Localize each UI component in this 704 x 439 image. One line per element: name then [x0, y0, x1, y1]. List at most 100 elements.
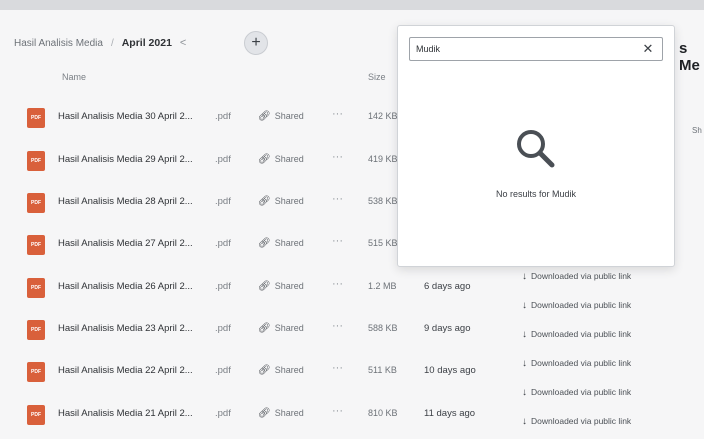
add-button[interactable]: + [244, 31, 268, 55]
file-extension: .pdf [215, 196, 231, 207]
modified-date: 11 days ago [424, 408, 476, 419]
sharing-status[interactable]: 🔗︎ Shared [258, 408, 304, 419]
file-name[interactable]: Hasil Analisis Media 21 April 2... [58, 408, 193, 419]
activity-text: Downloaded via public link [531, 416, 632, 426]
file-extension: .pdf [215, 111, 231, 122]
file-name[interactable]: Hasil Analisis Media 28 April 2... [58, 196, 193, 207]
sharing-status[interactable]: 🔗︎ Shared [258, 154, 304, 165]
more-options-button[interactable]: ··· [332, 362, 343, 374]
search-icon [517, 130, 555, 168]
file-size: 810 KB [368, 408, 398, 418]
sharing-status[interactable]: 🔗︎ Shared [258, 196, 304, 207]
link-icon: 🔗︎ [258, 365, 271, 376]
sharing-label: Shared [274, 365, 304, 375]
file-size: 538 KB [368, 196, 398, 206]
download-icon: ↓ [522, 416, 527, 427]
activity-text: Downloaded via public link [531, 300, 632, 310]
file-size: 588 KB [368, 323, 398, 333]
breadcrumb-current[interactable]: April 2021 [122, 37, 172, 49]
file-size: 515 KB [368, 238, 398, 248]
more-options-button[interactable]: ··· [332, 235, 343, 247]
file-extension: .pdf [215, 408, 231, 419]
download-icon: ↓ [522, 387, 527, 398]
file-extension: .pdf [215, 281, 231, 292]
file-size: 419 KB [368, 154, 398, 164]
more-options-button[interactable]: ··· [332, 108, 343, 120]
modified-date: 10 days ago [424, 365, 476, 376]
pdf-file-icon: PDF [27, 405, 45, 425]
search-dropdown: ✕ No results for Mudik [397, 25, 675, 267]
file-size: 1.2 MB [368, 281, 397, 291]
download-icon: ↓ [522, 358, 527, 369]
sharing-label: Shared [274, 154, 304, 164]
download-icon: ↓ [522, 271, 527, 282]
file-extension: .pdf [215, 154, 231, 165]
activity-entry: ↓ Downloaded via public link [522, 358, 631, 369]
sharing-status[interactable]: 🔗︎ Shared [258, 281, 304, 292]
modified-date: 6 days ago [424, 281, 471, 292]
activity-entry: ↓ Downloaded via public link [522, 329, 631, 340]
top-bar [0, 0, 704, 10]
activity-text: Downloaded via public link [531, 271, 632, 281]
activity-text: Downloaded via public link [531, 358, 632, 368]
sharing-label: Shared [274, 281, 304, 291]
file-size: 511 KB [368, 365, 397, 375]
link-icon: 🔗︎ [258, 238, 271, 249]
link-icon: 🔗︎ [258, 154, 271, 165]
more-options-button[interactable]: ··· [332, 278, 343, 290]
search-field[interactable]: ✕ [409, 37, 663, 61]
download-icon: ↓ [522, 329, 527, 340]
pdf-file-icon: PDF [27, 278, 45, 298]
search-input[interactable] [416, 40, 636, 58]
file-name[interactable]: Hasil Analisis Media 26 April 2... [58, 281, 193, 292]
share-icon[interactable]: < [180, 37, 186, 49]
sharing-label: Shared [274, 408, 304, 418]
activity-text: Downloaded via public link [531, 387, 632, 397]
file-name[interactable]: Hasil Analisis Media 27 April 2... [58, 238, 193, 249]
activity-entry: ↓ Downloaded via public link [522, 387, 631, 398]
sharing-status[interactable]: 🔗︎ Shared [258, 111, 304, 122]
breadcrumb-separator: / [110, 37, 114, 49]
sharing-status[interactable]: 🔗︎ Shared [258, 365, 304, 376]
more-options-button[interactable]: ··· [332, 151, 343, 163]
pdf-file-icon: PDF [27, 235, 45, 255]
link-icon: 🔗︎ [258, 408, 271, 419]
file-extension: .pdf [215, 365, 231, 376]
sharing-status[interactable]: 🔗︎ Shared [258, 238, 304, 249]
column-header-name[interactable]: Name [62, 72, 86, 82]
sharing-label: Shared [274, 196, 304, 206]
more-options-button[interactable]: ··· [332, 320, 343, 332]
sharing-status[interactable]: 🔗︎ Shared [258, 323, 304, 334]
breadcrumb-parent[interactable]: Hasil Analisis Media [14, 38, 103, 49]
more-options-button[interactable]: ··· [332, 405, 343, 417]
sharing-label: Shared [274, 323, 304, 333]
file-name[interactable]: Hasil Analisis Media 23 April 2... [58, 323, 193, 334]
modified-date: 9 days ago [424, 323, 471, 334]
file-row[interactable]: PDF Hasil Analisis Media 21 April 2... .pd… [0, 394, 704, 436]
file-extension: .pdf [215, 238, 231, 249]
file-name[interactable]: Hasil Analisis Media 29 April 2... [58, 154, 193, 165]
more-options-button[interactable]: ··· [332, 193, 343, 205]
pdf-file-icon: PDF [27, 320, 45, 340]
download-icon: ↓ [522, 300, 527, 311]
activity-entry: ↓ Downloaded via public link [522, 416, 631, 427]
file-size: 142 KB [368, 111, 398, 121]
link-icon: 🔗︎ [258, 323, 271, 334]
activity-entry: ↓ Downloaded via public link [522, 300, 631, 311]
clear-search-button[interactable]: ✕ [640, 41, 656, 57]
file-name[interactable]: Hasil Analisis Media 22 April 2... [58, 365, 193, 376]
sharing-label: Shared [274, 111, 304, 121]
link-icon: 🔗︎ [258, 196, 271, 207]
sharing-label: Shared [274, 238, 304, 248]
link-icon: 🔗︎ [258, 281, 271, 292]
empty-results-text: No results for Mudik [495, 189, 577, 199]
pdf-file-icon: PDF [27, 193, 45, 213]
column-header-size[interactable]: Size [368, 72, 386, 82]
breadcrumb: Hasil Analisis Media / April 2021 < [14, 32, 186, 54]
file-browser-page: Hasil Analisis Media / April 2021 < + Na… [0, 0, 704, 439]
details-panel-title: s Me [679, 40, 700, 74]
file-name[interactable]: Hasil Analisis Media 30 April 2... [58, 111, 193, 122]
pdf-file-icon: PDF [27, 362, 45, 382]
activity-entry: ↓ Downloaded via public link [522, 271, 631, 282]
pdf-file-icon: PDF [27, 108, 45, 128]
